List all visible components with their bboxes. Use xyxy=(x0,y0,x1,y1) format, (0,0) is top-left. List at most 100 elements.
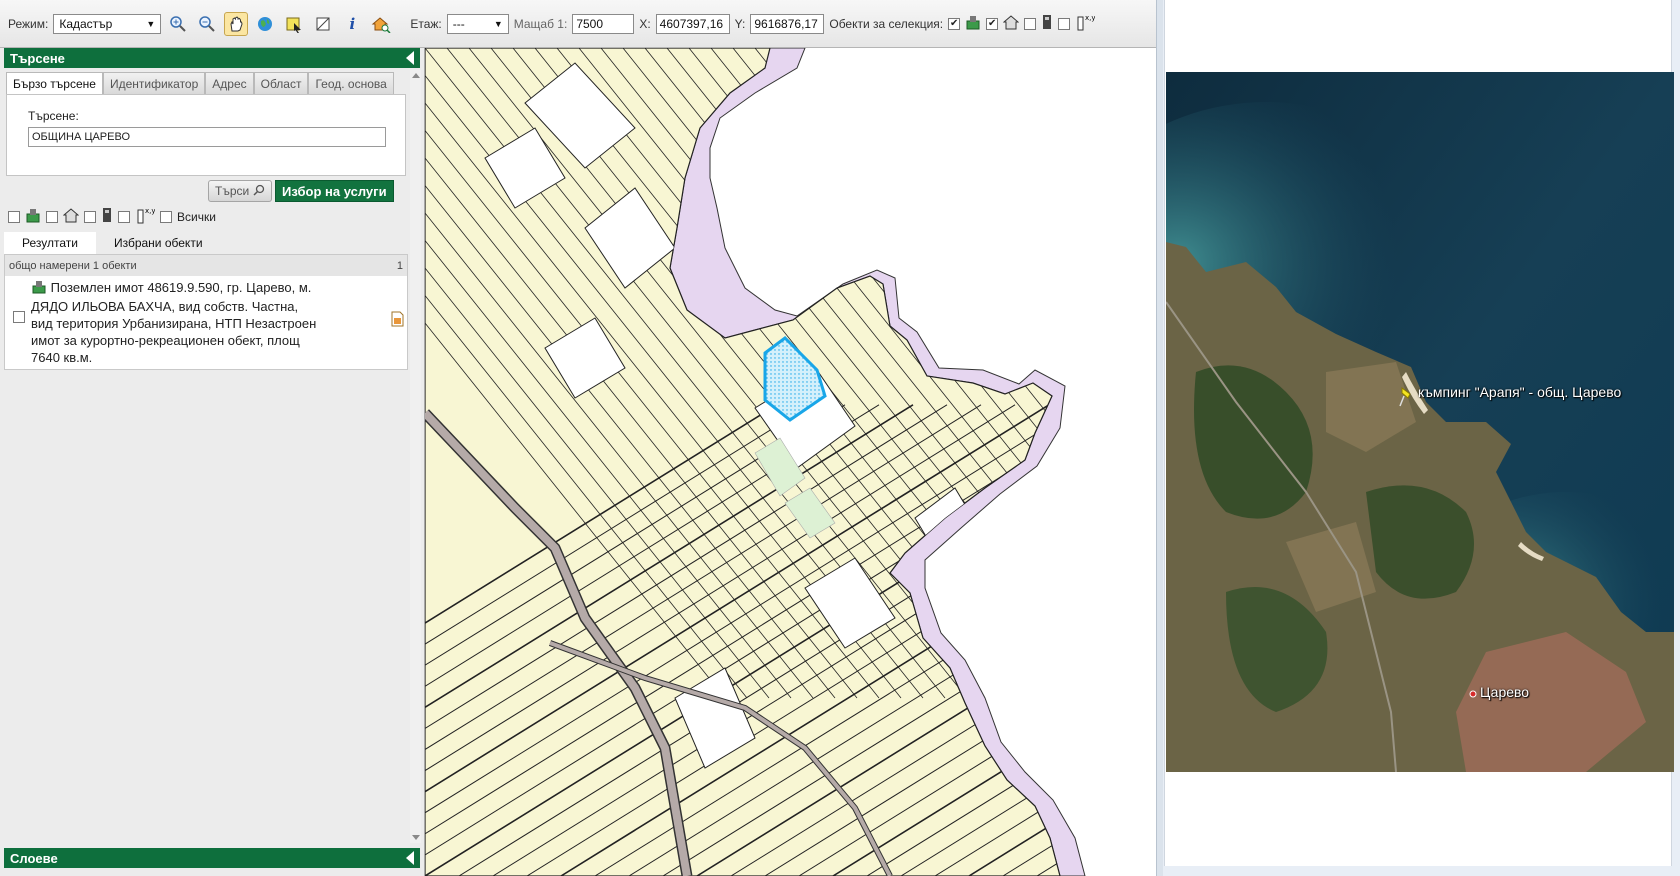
object-type-filters: x,y Всички xyxy=(8,206,216,227)
pan-hand-icon[interactable] xyxy=(224,11,249,36)
select-services-button[interactable]: Избор на услуги xyxy=(275,180,394,202)
result-item[interactable]: Поземлен имот 48619.9.590, гр. Царево, м… xyxy=(31,279,401,366)
scroll-up-icon[interactable] xyxy=(412,73,420,78)
unit-icon xyxy=(1041,14,1053,33)
select-points-checkbox[interactable] xyxy=(1058,17,1071,30)
result-item-checkbox[interactable] xyxy=(13,311,25,323)
town-label: Царево xyxy=(1480,684,1530,700)
filter-all-label: Всички xyxy=(177,209,216,224)
selection-label: Обекти за селекция: xyxy=(829,16,944,31)
town-marker-icon xyxy=(1469,690,1477,698)
select-buildings-checkbox[interactable] xyxy=(986,17,999,30)
parcel-line xyxy=(1063,48,1156,698)
y-coord-value: 9616876,17 xyxy=(754,16,818,31)
parcel-line xyxy=(1107,48,1156,698)
building-icon xyxy=(1002,14,1020,33)
y-coord-label: Y: xyxy=(734,16,746,31)
building-icon xyxy=(62,207,80,226)
select-area-icon[interactable] xyxy=(282,12,306,36)
parcel-line xyxy=(1085,48,1156,698)
satellite-frame: къмпинг "Арапя" - общ. Царево Царево xyxy=(1164,0,1674,866)
y-coord-input[interactable]: 9616876,17 xyxy=(750,13,825,34)
satellite-window: къмпинг "Арапя" - общ. Царево Царево xyxy=(1163,0,1680,876)
filter-all-checkbox[interactable] xyxy=(160,210,172,223)
result-text-line-5: 7640 кв.м. xyxy=(31,350,93,365)
select-parcels-checkbox[interactable] xyxy=(948,17,961,30)
layers-panel-header[interactable]: Слоеве xyxy=(4,848,420,868)
globe-icon[interactable] xyxy=(253,12,277,36)
parcel-line xyxy=(1040,48,1060,699)
home-locate-icon[interactable] xyxy=(369,12,393,36)
unit-icon xyxy=(101,207,113,226)
tab-geodetic[interactable]: Геод. основа xyxy=(308,72,394,94)
document-icon[interactable] xyxy=(391,311,404,330)
parcel-icon xyxy=(965,14,981,33)
filter-buildings-checkbox[interactable] xyxy=(46,210,58,223)
tab-region[interactable]: Област xyxy=(253,72,309,94)
map-canvas[interactable] xyxy=(425,48,1156,876)
search-form: Търсене: ОБЩИНА ЦАРЕВО xyxy=(6,94,406,176)
filter-parcels-checkbox[interactable] xyxy=(8,210,20,223)
measure-icon[interactable] xyxy=(311,12,335,36)
collapse-icon[interactable] xyxy=(406,851,414,865)
parcel-line xyxy=(974,48,1060,699)
mode-select[interactable]: Кадастър ▼ xyxy=(53,13,162,34)
parcel-icon xyxy=(25,207,41,226)
main-toolbar: Режим: Кадастър ▼ i Етаж: --- ▼ Мащаб 1:… xyxy=(0,0,1156,48)
search-icon xyxy=(253,184,265,199)
scroll-down-icon[interactable] xyxy=(412,835,420,840)
search-input[interactable]: ОБЩИНА ЦАРЕВО xyxy=(28,127,386,147)
floor-select-value: --- xyxy=(452,16,465,31)
parcel-line xyxy=(1139,405,1156,876)
chevron-down-icon: ▼ xyxy=(146,18,156,29)
left-panel-scrollbar[interactable] xyxy=(410,70,421,843)
chevron-down-icon: ▼ xyxy=(493,18,503,29)
tab-identifier[interactable]: Идентификатор xyxy=(102,72,206,94)
result-text-line-2: ДЯДО ИЛЬОВА БАХЧА, вид собств. Частна, xyxy=(31,299,299,314)
floor-select[interactable]: --- ▼ xyxy=(446,13,509,34)
select-units-checkbox[interactable] xyxy=(1024,17,1037,30)
tab-quick-search[interactable]: Бързо търсене xyxy=(6,72,103,94)
search-panel-header[interactable]: Търсене xyxy=(4,48,420,68)
zoom-in-icon[interactable] xyxy=(166,12,190,36)
mode-select-value: Кадастър xyxy=(59,16,113,31)
satellite-view[interactable]: къмпинг "Арапя" - общ. Царево Царево xyxy=(1166,72,1674,772)
result-text-line-1: Поземлен имот 48619.9.590, гр. Царево, м… xyxy=(50,280,312,295)
tab-selected-objects[interactable]: Избрани обекти xyxy=(96,232,221,254)
scale-input[interactable]: 7500 xyxy=(572,13,635,34)
x-coord-value: 4607397,16 xyxy=(659,16,724,31)
results-page-number: 1 xyxy=(396,259,403,272)
placemark-label: къмпинг "Арапя" - общ. Царево xyxy=(1418,384,1622,400)
tab-results[interactable]: Резултати xyxy=(4,232,96,254)
parcel-line xyxy=(996,48,1060,699)
parcel-line xyxy=(1129,48,1156,698)
layers-panel-title: Слоеве xyxy=(10,850,58,866)
zoom-out-icon[interactable] xyxy=(195,12,219,36)
collapse-icon[interactable] xyxy=(406,51,414,65)
search-panel-title: Търсене xyxy=(10,50,65,66)
left-panel: Търсене Бързо търсене Идентификатор Адре… xyxy=(0,48,425,876)
result-text-line-3: вид територия Урбанизирана, НТП Незастро… xyxy=(31,316,317,331)
info-icon[interactable]: i xyxy=(340,12,364,36)
svg-text:x,y: x,y xyxy=(1085,14,1095,22)
search-input-value: ОБЩИНА ЦАРЕВО xyxy=(32,131,131,143)
search-button-label: Търси xyxy=(215,184,250,198)
cadastral-map[interactable] xyxy=(425,48,1156,876)
window-divider[interactable] xyxy=(1156,0,1163,876)
mode-label: Режим: xyxy=(8,16,49,31)
search-button[interactable]: Търси xyxy=(208,180,273,202)
geodetic-point-icon: x,y xyxy=(135,206,156,227)
scale-value: 7500 xyxy=(576,16,604,31)
result-tabs: Резултати Избрани обекти xyxy=(4,232,408,254)
search-field-label: Търсене: xyxy=(28,109,79,123)
services-button-label: Избор на услуги xyxy=(282,183,387,199)
parcel-line xyxy=(1071,405,1156,876)
results-summary: общо намерени 1 обекти xyxy=(9,259,137,272)
x-coord-input[interactable]: 4607397,16 xyxy=(655,13,730,34)
filter-points-checkbox[interactable] xyxy=(118,210,130,223)
svg-text:x,y: x,y xyxy=(145,207,155,215)
filter-units-checkbox[interactable] xyxy=(84,210,96,223)
parcel-icon xyxy=(31,279,47,298)
scale-label: Мащаб 1: xyxy=(513,16,568,31)
tab-address[interactable]: Адрес xyxy=(205,72,254,94)
